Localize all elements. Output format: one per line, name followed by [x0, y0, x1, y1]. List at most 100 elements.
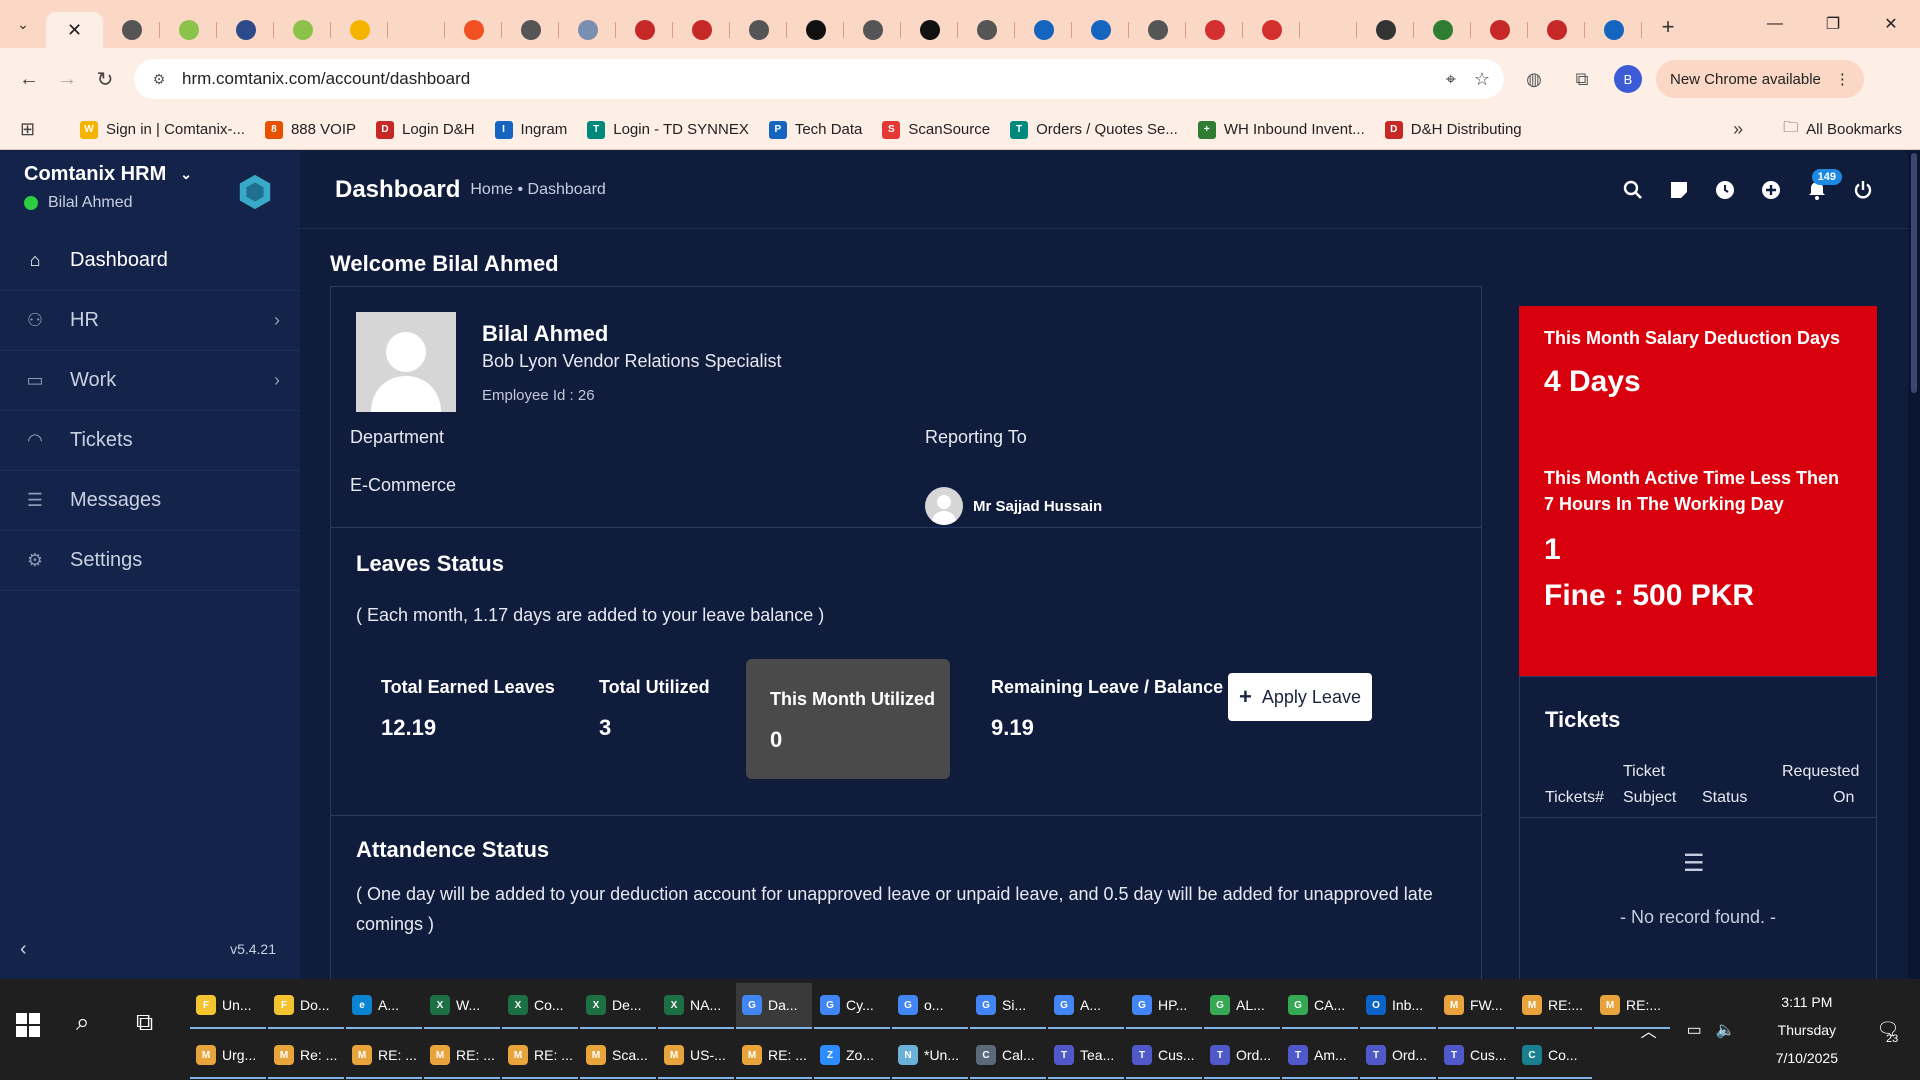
- browser-tab[interactable]: [730, 12, 787, 48]
- bookmark-item[interactable]: T Login - TD SYNNEX: [587, 120, 749, 139]
- chevron-down-icon[interactable]: ⌄: [180, 166, 192, 183]
- page-scrollbar[interactable]: [1908, 151, 1920, 979]
- close-tab-icon[interactable]: ✕: [67, 20, 82, 41]
- url-text[interactable]: hrm.comtanix.com/account/dashboard: [182, 69, 1428, 89]
- forward-button[interactable]: →: [50, 62, 84, 96]
- taskbar-app[interactable]: C Co...: [1516, 1033, 1592, 1079]
- system-clock[interactable]: 3:11 PM Thursday 7/10/2025: [1776, 988, 1838, 1072]
- reload-button[interactable]: ↻: [88, 62, 122, 96]
- taskbar-app[interactable]: G AL...: [1204, 983, 1280, 1029]
- bookmark-item[interactable]: P Tech Data: [768, 120, 862, 139]
- windows-start-icon[interactable]: [16, 1013, 40, 1037]
- power-icon[interactable]: [1840, 167, 1886, 213]
- browser-tab[interactable]: [1357, 12, 1414, 48]
- browser-tab[interactable]: [1414, 12, 1471, 48]
- new-tab-button[interactable]: +: [1650, 9, 1686, 45]
- sidebar-item-work[interactable]: ▭ Work ›: [0, 351, 300, 411]
- sidebar-item-dashboard[interactable]: ⌂ Dashboard: [0, 231, 300, 291]
- sidebar-item-tickets[interactable]: ◠ Tickets: [0, 411, 300, 471]
- site-info-icon[interactable]: ⚙: [148, 68, 170, 90]
- bookmark-star-icon[interactable]: ☆: [1474, 69, 1490, 90]
- browser-tab[interactable]: [331, 12, 388, 48]
- browser-tab[interactable]: [559, 12, 616, 48]
- notification-bell-icon[interactable]: 149: [1794, 167, 1842, 213]
- all-bookmarks-button[interactable]: 🗀 All Bookmarks: [1783, 117, 1902, 142]
- sidebar-item-settings[interactable]: ⚙ Settings: [0, 531, 300, 591]
- bookmark-item[interactable]: 8 888 VOIP: [264, 120, 356, 139]
- browser-tab[interactable]: [958, 12, 1015, 48]
- taskbar-app[interactable]: M Re: ...: [268, 1033, 344, 1079]
- bookmark-item[interactable]: S ScanSource: [882, 120, 990, 139]
- kebab-menu-icon[interactable]: ⋮: [1835, 70, 1850, 88]
- browser-tab[interactable]: [1300, 12, 1357, 48]
- browser-tab[interactable]: [274, 12, 331, 48]
- taskbar-app[interactable]: X NA...: [658, 983, 734, 1029]
- browser-tab[interactable]: [1471, 12, 1528, 48]
- taskbar-app[interactable]: T Am...: [1282, 1033, 1358, 1079]
- scroll-thumb[interactable]: [1911, 153, 1917, 393]
- browser-tab[interactable]: [787, 12, 844, 48]
- sidebar-item-messages[interactable]: ☰ Messages: [0, 471, 300, 531]
- clock-icon[interactable]: [1702, 167, 1748, 213]
- taskbar-app[interactable]: F Un...: [190, 983, 266, 1029]
- browser-tab[interactable]: [616, 12, 673, 48]
- taskbar-app[interactable]: G HP...: [1126, 983, 1202, 1029]
- taskbar-app[interactable]: T Cus...: [1126, 1033, 1202, 1079]
- apply-leave-button[interactable]: + Apply Leave: [1228, 673, 1372, 721]
- battery-icon[interactable]: ▭: [1687, 1020, 1702, 1040]
- sticky-note-icon[interactable]: [1656, 167, 1702, 213]
- taskbar-app[interactable]: M Urg...: [190, 1033, 266, 1079]
- browser-tab[interactable]: [1243, 12, 1300, 48]
- taskbar-app[interactable]: M RE:...: [1516, 983, 1592, 1029]
- taskbar-app[interactable]: M Sca...: [580, 1033, 656, 1079]
- taskbar-app[interactable]: M RE: ...: [346, 1033, 422, 1079]
- back-button[interactable]: ←: [12, 62, 46, 96]
- search-icon[interactable]: [1610, 167, 1656, 213]
- taskbar-app[interactable]: M FW...: [1438, 983, 1514, 1029]
- notification-center-icon[interactable]: 🗨 23: [1868, 1019, 1908, 1045]
- apps-grid-icon[interactable]: ⊞: [20, 119, 44, 140]
- chevron-up-icon[interactable]: ︿: [1641, 1018, 1657, 1042]
- browser-tab[interactable]: [445, 12, 502, 48]
- browser-tab[interactable]: [1129, 12, 1186, 48]
- browser-tab[interactable]: [901, 12, 958, 48]
- browser-tab[interactable]: [388, 12, 445, 48]
- taskbar-app[interactable]: X De...: [580, 983, 656, 1029]
- bookmark-item[interactable]: W Sign in | Comtanix-...: [80, 120, 245, 139]
- minimize-button[interactable]: —: [1746, 0, 1804, 48]
- taskbar-app[interactable]: G Si...: [970, 983, 1046, 1029]
- taskbar-app[interactable]: T Ord...: [1204, 1033, 1280, 1079]
- taskbar-app[interactable]: N *Un...: [892, 1033, 968, 1079]
- more-bookmarks-icon[interactable]: »: [1733, 119, 1743, 140]
- browser-tab[interactable]: [844, 12, 901, 48]
- taskbar-app[interactable]: M RE: ...: [502, 1033, 578, 1079]
- taskbar-app[interactable]: T Ord...: [1360, 1033, 1436, 1079]
- breadcrumb[interactable]: Home • Dashboard: [470, 181, 605, 199]
- taskbar-app[interactable]: G Da...: [736, 983, 812, 1029]
- address-bar[interactable]: ⚙ hrm.comtanix.com/account/dashboard ⌖ ☆: [134, 59, 1504, 99]
- browser-tab[interactable]: [1072, 12, 1129, 48]
- taskbar-app[interactable]: Go...: [892, 983, 968, 1029]
- browser-tab[interactable]: [502, 12, 559, 48]
- browser-tab[interactable]: [673, 12, 730, 48]
- taskbar-app[interactable]: M US-...: [658, 1033, 734, 1079]
- bookmark-item[interactable]: + WH Inbound Invent...: [1197, 120, 1365, 139]
- browser-tab[interactable]: [103, 12, 160, 48]
- extensions-icon[interactable]: ⧉: [1564, 61, 1600, 97]
- chrome-update-button[interactable]: New Chrome available ⋮: [1656, 60, 1864, 98]
- add-circle-icon[interactable]: [1748, 167, 1794, 213]
- taskbar-app[interactable]: T Cus...: [1438, 1033, 1514, 1079]
- taskbar-app[interactable]: O Inb...: [1360, 983, 1436, 1029]
- volume-icon[interactable]: 🔈: [1716, 1020, 1736, 1040]
- browser-tab[interactable]: [1585, 12, 1642, 48]
- browser-tab[interactable]: [217, 12, 274, 48]
- task-view-icon[interactable]: ⧉: [136, 1009, 153, 1037]
- taskbar-app[interactable]: X Co...: [502, 983, 578, 1029]
- sidebar-item-hr[interactable]: ⚇ HR ›: [0, 291, 300, 351]
- taskbar-app[interactable]: e A...: [346, 983, 422, 1029]
- taskbar-app[interactable]: M RE: ...: [736, 1033, 812, 1079]
- bookmark-item[interactable]: D Login D&H: [376, 120, 475, 139]
- taskbar-app[interactable]: F Do...: [268, 983, 344, 1029]
- browser-tab[interactable]: [1186, 12, 1243, 48]
- bookmark-item[interactable]: T Orders / Quotes Se...: [1010, 120, 1178, 139]
